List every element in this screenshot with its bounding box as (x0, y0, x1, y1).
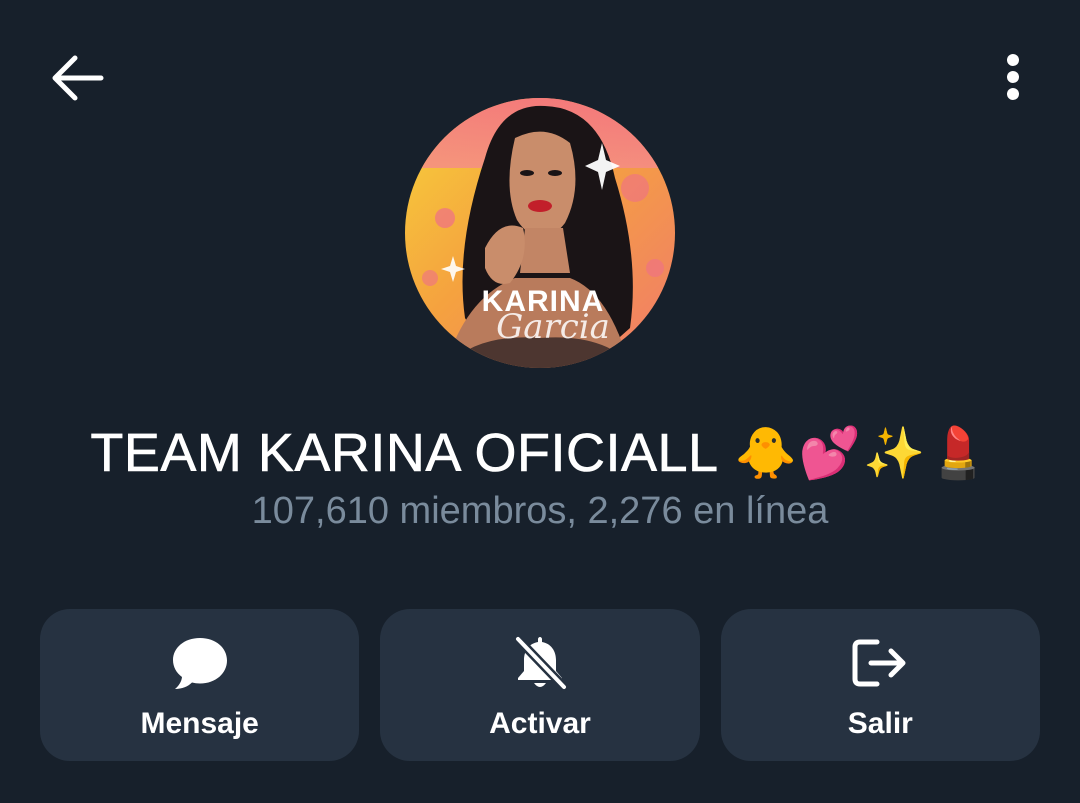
unmute-button-label: Activar (489, 707, 591, 740)
channel-title-row: TEAM KARINA OFICIALL 🐥 💕 ✨ 💄 (0, 418, 1080, 488)
svg-text:Garcia: Garcia (496, 307, 610, 347)
lipstick-emoji: 💄 (927, 424, 990, 482)
unmute-button[interactable]: Activar (380, 609, 700, 761)
chick-emoji: 🐥 (734, 424, 797, 482)
channel-avatar[interactable]: KARINA Garcia (405, 98, 675, 368)
chat-bubble-icon (172, 638, 227, 689)
hearts-emoji: 💕 (798, 424, 862, 482)
more-options-button[interactable] (973, 38, 1053, 118)
action-bar: Mensaje Activar Salir (40, 609, 1040, 761)
arrow-left-icon (52, 55, 104, 101)
message-button-label: Mensaje (140, 707, 259, 740)
avatar-image: KARINA Garcia (405, 98, 675, 368)
message-button[interactable]: Mensaje (40, 609, 360, 761)
title-emojis: 🐥 💕 ✨ 💄 (735, 428, 990, 478)
channel-member-count: 107,610 miembros, 2,276 en línea (251, 490, 829, 532)
more-vertical-icon (1007, 54, 1019, 100)
back-button[interactable] (38, 38, 118, 118)
logout-icon (852, 639, 906, 687)
sparkles-emoji: ✨ (863, 424, 926, 482)
leave-button-label: Salir (847, 707, 913, 740)
bell-off-icon (513, 634, 568, 692)
channel-title: TEAM KARINA OFICIALL (90, 423, 719, 484)
leave-button[interactable]: Salir (720, 609, 1040, 761)
